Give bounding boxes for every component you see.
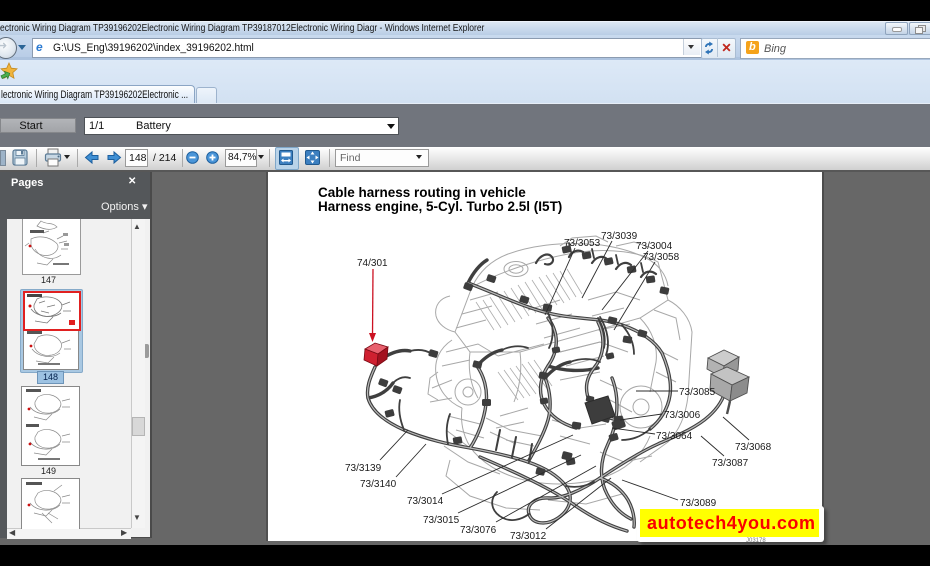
svg-text:73/3087: 73/3087 xyxy=(712,458,749,469)
svg-text:74/301: 74/301 xyxy=(357,258,388,269)
svg-text:73/3140: 73/3140 xyxy=(360,479,397,490)
svg-text:73/3085: 73/3085 xyxy=(679,387,716,398)
svg-text:73/3015: 73/3015 xyxy=(423,515,460,526)
svg-text:73/3039: 73/3039 xyxy=(601,231,638,242)
svg-text:73/3076: 73/3076 xyxy=(460,525,497,536)
svg-text:73/3014: 73/3014 xyxy=(407,496,444,507)
svg-text:73/3064: 73/3064 xyxy=(656,431,693,442)
svg-text:73/3012: 73/3012 xyxy=(510,531,547,542)
svg-text:73/3006: 73/3006 xyxy=(664,410,701,421)
svg-text:73/3058: 73/3058 xyxy=(643,252,680,263)
svg-text:73/3139: 73/3139 xyxy=(345,463,382,474)
svg-text:73/3068: 73/3068 xyxy=(735,442,772,453)
svg-text:73/3053: 73/3053 xyxy=(564,238,601,249)
svg-text:73/3004: 73/3004 xyxy=(636,241,673,252)
